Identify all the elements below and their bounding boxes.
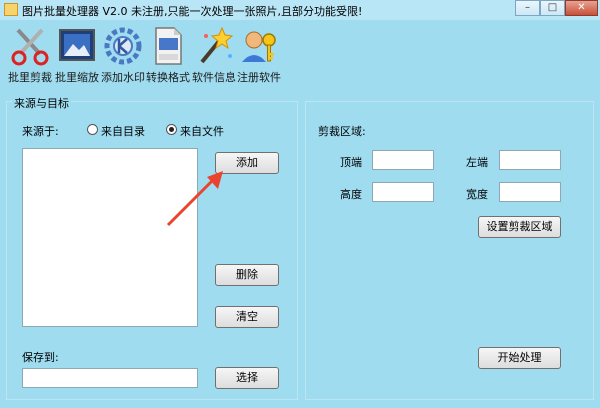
batch-resize-tool[interactable]: 批里缩放 bbox=[55, 26, 99, 85]
software-info-tool[interactable]: 软件信息 bbox=[192, 26, 236, 85]
toolbar-label: 注册软件 bbox=[237, 71, 281, 84]
jpeg-file-icon bbox=[148, 26, 188, 66]
height-label: 高度 bbox=[340, 188, 362, 201]
picture-icon bbox=[57, 26, 97, 66]
title-bar: 图片批量处理器 V2.0 未注册,只能一次处理一张照片,且部分功能受限! – □… bbox=[0, 0, 600, 20]
close-button[interactable]: ✕ bbox=[565, 0, 598, 16]
radio-from-file[interactable] bbox=[166, 124, 177, 135]
start-processing-button[interactable]: 开始处理 bbox=[478, 347, 561, 369]
radio-from-file-label[interactable]: 来自文件 bbox=[180, 123, 224, 139]
left-label: 左端 bbox=[466, 156, 488, 169]
delete-button[interactable]: 删除 bbox=[215, 264, 279, 286]
minimize-button[interactable]: – bbox=[515, 0, 540, 16]
maximize-button[interactable]: □ bbox=[540, 0, 565, 16]
left-input[interactable] bbox=[499, 150, 561, 170]
window-title: 图片批量处理器 V2.0 未注册,只能一次处理一张照片,且部分功能受限! bbox=[22, 5, 363, 18]
source-target-legend: 来源与目标 bbox=[12, 95, 71, 111]
width-label: 宽度 bbox=[466, 188, 488, 201]
set-crop-area-button[interactable]: 设置剪裁区域 bbox=[478, 216, 561, 238]
user-key-icon bbox=[239, 26, 279, 66]
save-path-input[interactable] bbox=[22, 368, 198, 388]
scissors-icon bbox=[10, 26, 50, 66]
toolbar: 批里剪裁 批里缩放 添加水印 转换格式 软件信息 注册软件 bbox=[0, 20, 600, 90]
toolbar-label: 转换格式 bbox=[146, 71, 190, 84]
choose-button[interactable]: 选择 bbox=[215, 367, 279, 389]
annotation-arrow bbox=[166, 171, 223, 227]
radio-from-directory[interactable] bbox=[87, 124, 98, 135]
source-label: 来源于: bbox=[22, 125, 59, 138]
save-to-label: 保存到: bbox=[22, 351, 59, 364]
magic-wand-icon bbox=[194, 26, 234, 66]
register-software-tool[interactable]: 注册软件 bbox=[237, 26, 281, 85]
height-input[interactable] bbox=[372, 182, 434, 202]
kde-gear-icon bbox=[103, 26, 143, 66]
app-icon bbox=[4, 3, 18, 16]
toolbar-label: 批里剪裁 bbox=[8, 71, 52, 84]
add-watermark-tool[interactable]: 添加水印 bbox=[101, 26, 145, 85]
crop-area-title: 剪裁区域: bbox=[318, 125, 366, 138]
batch-crop-tool[interactable]: 批里剪裁 bbox=[8, 26, 52, 85]
toolbar-label: 批里缩放 bbox=[55, 71, 99, 84]
radio-from-directory-label[interactable]: 来自目录 bbox=[101, 123, 145, 139]
toolbar-label: 添加水印 bbox=[101, 71, 145, 84]
clear-button[interactable]: 清空 bbox=[215, 306, 279, 328]
width-input[interactable] bbox=[499, 182, 561, 202]
top-label: 顶端 bbox=[340, 156, 362, 169]
top-input[interactable] bbox=[372, 150, 434, 170]
convert-format-tool[interactable]: 转换格式 bbox=[146, 26, 190, 85]
toolbar-label: 软件信息 bbox=[192, 71, 236, 84]
